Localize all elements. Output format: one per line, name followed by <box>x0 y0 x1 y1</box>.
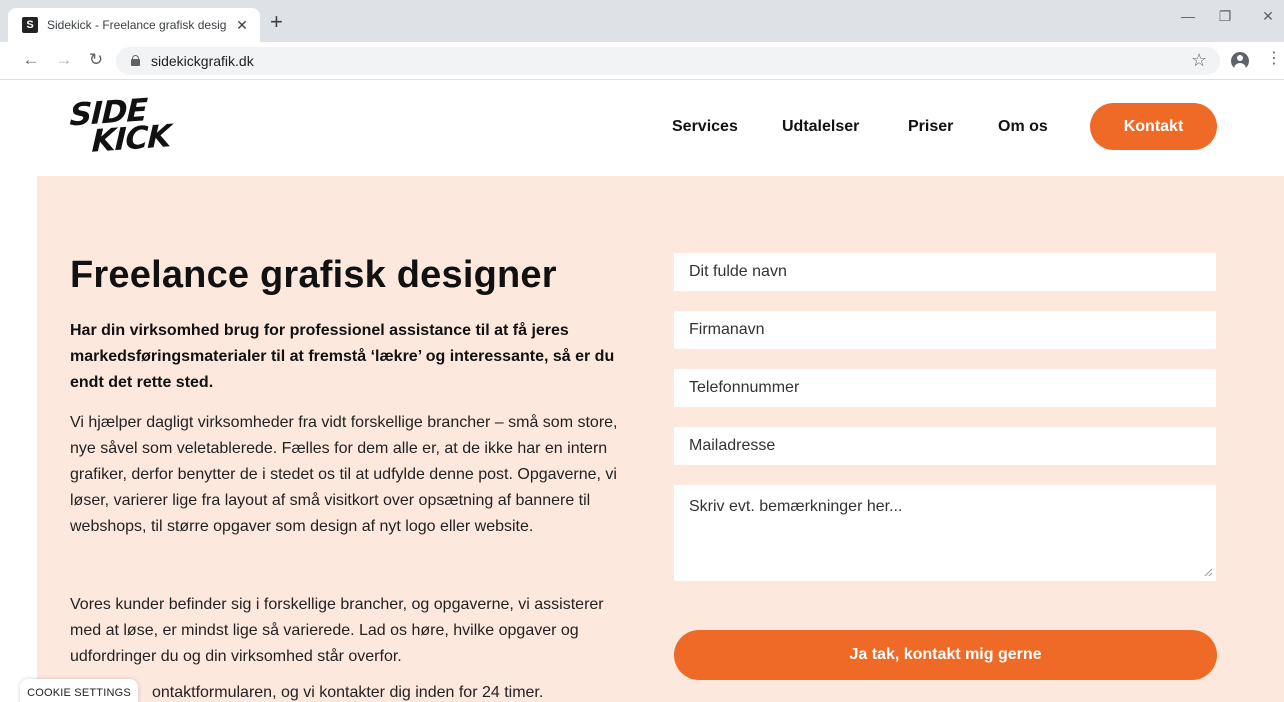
browser-tab-bar: S Sidekick - Freelance grafisk desig ✕ +… <box>0 0 1284 42</box>
phone-field[interactable] <box>674 369 1216 407</box>
restore-icon[interactable]: ❐ <box>1215 8 1235 25</box>
resize-grip-icon[interactable] <box>1203 567 1213 577</box>
submit-contact-button[interactable]: Ja tak, kontakt mig gerne <box>674 630 1217 680</box>
browser-toolbar: ← → ↻ sidekickgrafik.dk ☆ ⋮ <box>0 42 1284 80</box>
tab-close-icon[interactable]: ✕ <box>234 17 250 34</box>
bookmark-star-icon[interactable]: ☆ <box>1191 50 1207 71</box>
logo-line-2: KICK <box>91 118 172 160</box>
site-favicon-icon: S <box>22 17 38 33</box>
reload-icon[interactable]: ↻ <box>86 50 106 70</box>
lock-icon <box>131 55 140 66</box>
name-field[interactable] <box>674 253 1216 291</box>
company-field[interactable] <box>674 311 1216 349</box>
site-header: SIDE KICK Services Udtalelser Priser Om … <box>0 80 1284 176</box>
forward-icon[interactable]: → <box>54 50 74 70</box>
profile-avatar-icon[interactable] <box>1231 52 1249 70</box>
cookie-settings-button[interactable]: COOKIE SETTINGS <box>20 679 138 702</box>
notes-field[interactable] <box>674 485 1216 581</box>
tab-title: Sidekick - Freelance grafisk desig <box>47 18 227 32</box>
browser-menu-icon[interactable]: ⋮ <box>1266 51 1282 67</box>
browser-tab[interactable]: S Sidekick - Freelance grafisk desig ✕ <box>8 8 260 42</box>
back-icon[interactable]: ← <box>21 50 41 70</box>
hero-paragraph-3: ontaktformularen, og vi kontakter dig in… <box>152 684 544 701</box>
kontakt-button[interactable]: Kontakt <box>1090 103 1217 150</box>
nav-priser[interactable]: Priser <box>908 118 953 136</box>
page-title: Freelance grafisk designer <box>70 254 557 296</box>
email-field[interactable] <box>674 427 1216 465</box>
hero-paragraph-2: Vores kunder befinder sig i forskellige … <box>70 596 604 665</box>
nav-services[interactable]: Services <box>672 118 738 136</box>
nav-udtalelser[interactable]: Udtalelser <box>782 118 859 136</box>
hero-paragraph-1: Vi hjælper dagligt virksomheder fra vidt… <box>70 414 618 535</box>
window-close-icon[interactable]: ✕ <box>1258 8 1278 25</box>
nav-om-os[interactable]: Om os <box>998 118 1048 136</box>
minimize-icon[interactable]: — <box>1178 8 1198 24</box>
url-text[interactable]: sidekickgrafik.dk <box>151 53 254 69</box>
address-bar[interactable] <box>116 47 1220 75</box>
new-tab-icon[interactable]: + <box>270 11 283 33</box>
sidekick-logo[interactable]: SIDE KICK <box>69 92 200 162</box>
hero-lead: Har din virksomhed brug for professionel… <box>70 322 615 391</box>
